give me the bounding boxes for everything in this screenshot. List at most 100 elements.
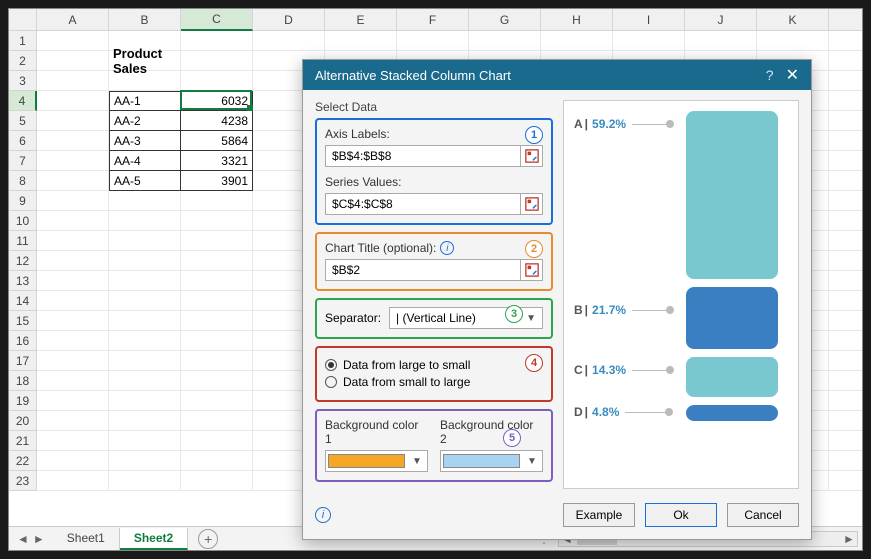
cell[interactable]	[109, 271, 181, 291]
cell[interactable]	[829, 251, 863, 271]
scroll-right-icon[interactable]: ►	[841, 532, 857, 546]
column-header[interactable]: K	[757, 9, 829, 31]
cell[interactable]	[181, 351, 253, 371]
cell[interactable]	[37, 351, 109, 371]
cell[interactable]	[37, 91, 109, 111]
chart-title-input[interactable]	[326, 261, 520, 279]
cell[interactable]	[109, 431, 181, 451]
cell[interactable]	[181, 211, 253, 231]
cell[interactable]	[181, 71, 253, 91]
column-header[interactable]: F	[397, 9, 469, 31]
row-header[interactable]: 13	[9, 271, 37, 291]
help-icon[interactable]: ?	[766, 67, 774, 83]
row-header[interactable]: 4	[9, 91, 37, 111]
cell[interactable]	[829, 291, 863, 311]
range-picker-icon[interactable]	[520, 146, 542, 166]
cell[interactable]: 3901	[181, 171, 253, 191]
cell[interactable]	[757, 31, 829, 51]
cell[interactable]	[109, 391, 181, 411]
row-header[interactable]: 23	[9, 471, 37, 491]
cell[interactable]	[829, 451, 863, 471]
cell[interactable]	[397, 31, 469, 51]
cell[interactable]	[181, 331, 253, 351]
radio-small-to-large[interactable]: Data from small to large	[325, 375, 543, 389]
cell[interactable]	[109, 311, 181, 331]
cell[interactable]	[829, 351, 863, 371]
column-header[interactable]: L	[829, 9, 863, 31]
series-values-input[interactable]	[326, 195, 520, 213]
row-header[interactable]: 2	[9, 51, 37, 71]
cell[interactable]: AA-2	[109, 111, 181, 131]
cell[interactable]	[37, 211, 109, 231]
row-header[interactable]: 14	[9, 291, 37, 311]
cell[interactable]	[181, 31, 253, 51]
cell[interactable]	[829, 391, 863, 411]
cell[interactable]	[829, 371, 863, 391]
cell[interactable]	[37, 271, 109, 291]
cell[interactable]	[109, 291, 181, 311]
cell[interactable]	[109, 471, 181, 491]
cell[interactable]	[829, 471, 863, 491]
cell[interactable]	[829, 151, 863, 171]
cell[interactable]	[109, 71, 181, 91]
row-header[interactable]: 15	[9, 311, 37, 331]
row-header[interactable]: 8	[9, 171, 37, 191]
cell[interactable]	[181, 291, 253, 311]
sheet-nav-next-icon[interactable]: ►	[33, 532, 45, 546]
cell[interactable]	[181, 471, 253, 491]
cell[interactable]	[829, 311, 863, 331]
cell[interactable]	[181, 431, 253, 451]
cell[interactable]: 4238	[181, 111, 253, 131]
cell[interactable]	[109, 191, 181, 211]
cell[interactable]	[181, 271, 253, 291]
axis-labels-input[interactable]	[326, 147, 520, 165]
close-icon[interactable]: ✕	[786, 65, 799, 85]
add-sheet-button[interactable]: +	[198, 529, 218, 549]
cell[interactable]: AA-3	[109, 131, 181, 151]
cell[interactable]	[829, 231, 863, 251]
cell[interactable]	[829, 31, 863, 51]
cell[interactable]	[37, 471, 109, 491]
ok-button[interactable]: Ok	[645, 503, 717, 527]
column-header[interactable]: H	[541, 9, 613, 31]
range-picker-icon[interactable]	[520, 194, 542, 214]
column-header[interactable]: A	[37, 9, 109, 31]
cell[interactable]	[829, 51, 863, 71]
cell[interactable]: AA-4	[109, 151, 181, 171]
cell[interactable]: AA-5	[109, 171, 181, 191]
cell[interactable]	[37, 31, 109, 51]
cell[interactable]	[829, 431, 863, 451]
cell[interactable]	[37, 51, 109, 71]
column-header[interactable]: J	[685, 9, 757, 31]
row-header[interactable]: 9	[9, 191, 37, 211]
cell[interactable]	[181, 231, 253, 251]
radio-large-to-small[interactable]: Data from large to small	[325, 358, 543, 372]
row-header[interactable]: 19	[9, 391, 37, 411]
cell[interactable]	[37, 451, 109, 471]
cell[interactable]	[253, 31, 325, 51]
cell[interactable]	[469, 31, 541, 51]
row-header[interactable]: 12	[9, 251, 37, 271]
cell[interactable]	[541, 31, 613, 51]
row-header[interactable]: 5	[9, 111, 37, 131]
sheet-tab[interactable]: Sheet1	[53, 528, 120, 550]
cell[interactable]	[829, 271, 863, 291]
cell[interactable]	[613, 31, 685, 51]
cell[interactable]	[181, 371, 253, 391]
cell[interactable]	[685, 31, 757, 51]
cell[interactable]	[37, 71, 109, 91]
row-header[interactable]: 6	[9, 131, 37, 151]
row-header[interactable]: 18	[9, 371, 37, 391]
cell[interactable]: 3321	[181, 151, 253, 171]
cell[interactable]	[37, 331, 109, 351]
column-header[interactable]: E	[325, 9, 397, 31]
row-header[interactable]: 1	[9, 31, 37, 51]
cell[interactable]	[109, 351, 181, 371]
cell[interactable]	[109, 331, 181, 351]
row-header[interactable]: 22	[9, 451, 37, 471]
cell[interactable]	[181, 51, 253, 71]
cell[interactable]	[37, 131, 109, 151]
column-header[interactable]: C	[181, 9, 253, 31]
row-header[interactable]: 11	[9, 231, 37, 251]
sheet-nav-prev-icon[interactable]: ◄	[17, 532, 29, 546]
